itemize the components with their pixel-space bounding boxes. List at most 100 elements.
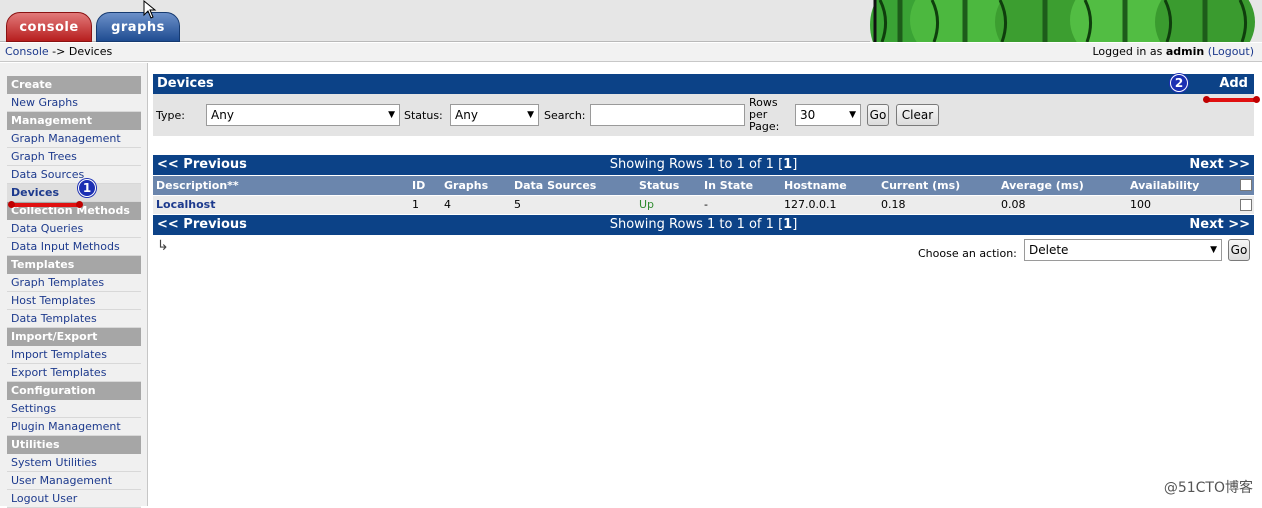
annotation-dot-1a (8, 201, 15, 208)
sidebar-item-data-queries[interactable]: Data Queries (7, 220, 141, 238)
devices-title: Devices (157, 76, 214, 91)
col-current[interactable]: Current (ms) (881, 176, 960, 195)
sidebar-item-data-sources[interactable]: Data Sources (7, 166, 141, 184)
devices-header-bar: Devices Add (153, 74, 1254, 94)
pager-bottom-bracket-close: ] (792, 217, 798, 232)
logged-in-label: Logged in as (1092, 45, 1163, 58)
col-hostname[interactable]: Hostname (784, 176, 847, 195)
pager-top-bracket-close: ] (792, 157, 798, 172)
rows-per-page-select[interactable]: 30 ▼ (795, 104, 861, 126)
sidebar-section-import-export: Import/Export (7, 328, 141, 346)
logged-in-user: admin (1165, 45, 1205, 58)
sidebar-item-devices[interactable]: Devices (7, 184, 141, 202)
corner-arrow-icon: ↳ (157, 238, 169, 254)
device-graphs: 4 (444, 198, 451, 211)
pager-top-next[interactable]: Next >> (1189, 155, 1250, 175)
breadcrumb-separator: -> (52, 45, 66, 58)
col-description[interactable]: Description** (156, 176, 239, 195)
pager-top-showing: Showing Rows 1 to 1 of 1 [1] (153, 155, 1254, 175)
device-average-ms: 0.08 (1001, 198, 1026, 211)
device-current-ms: 0.18 (881, 198, 906, 211)
pager-top: << Previous Showing Rows 1 to 1 of 1 [1]… (153, 155, 1254, 175)
sidebar-section-management: Management (7, 112, 141, 130)
device-status: Up (639, 198, 655, 211)
cactus-logo (870, 0, 1262, 42)
col-in-state[interactable]: In State (704, 176, 753, 195)
choose-action-label: Choose an action: (918, 247, 1017, 260)
chevron-down-icon: ▼ (388, 110, 395, 120)
action-select[interactable]: Delete ▼ (1024, 239, 1222, 261)
device-in-state: - (704, 198, 708, 211)
pager-bottom-next[interactable]: Next >> (1189, 215, 1250, 235)
filter-panel: Type: Any ▼ Status: Any ▼ Search: Rows p… (153, 94, 1254, 136)
pager-bottom: << Previous Showing Rows 1 to 1 of 1 [1]… (153, 215, 1254, 235)
add-device-link[interactable]: Add (1219, 74, 1248, 94)
type-label: Type: (156, 109, 185, 122)
sidebar-item-system-utilities[interactable]: System Utilities (7, 454, 141, 472)
col-status[interactable]: Status (639, 176, 679, 195)
sidebar-item-data-templates[interactable]: Data Templates (7, 310, 141, 328)
filter-go-button[interactable]: Go (867, 104, 889, 126)
col-data-sources[interactable]: Data Sources (514, 176, 596, 195)
sidebar-item-graph-management[interactable]: Graph Management (7, 130, 141, 148)
chevron-down-icon: ▼ (1210, 245, 1217, 255)
action-select-value: Delete (1029, 243, 1069, 257)
search-input[interactable] (590, 104, 745, 126)
col-availability[interactable]: Availability (1130, 176, 1199, 195)
sidebar-item-data-input-methods[interactable]: Data Input Methods (7, 238, 141, 256)
sidebar-section-templates: Templates (7, 256, 141, 274)
tab-graphs[interactable]: graphs (96, 12, 180, 42)
mouse-cursor-icon (143, 0, 157, 19)
status-select[interactable]: Any ▼ (450, 104, 539, 126)
chevron-down-icon: ▼ (527, 110, 534, 120)
col-graphs[interactable]: Graphs (444, 176, 488, 195)
sidebar-item-logout-user[interactable]: Logout User (7, 490, 141, 508)
device-id: 1 (412, 198, 419, 211)
sidebar-item-import-templates[interactable]: Import Templates (7, 346, 141, 364)
annotation-badge-1: 1 (78, 179, 96, 197)
pager-top-showing-text: Showing Rows 1 to 1 of 1 (609, 157, 774, 172)
annotation-dot-1b (76, 201, 83, 208)
breadcrumb-current: Devices (68, 45, 113, 58)
sidebar: Create New Graphs Management Graph Manag… (0, 63, 148, 508)
search-label: Search: (544, 109, 586, 122)
device-data-sources: 5 (514, 198, 521, 211)
sidebar-item-export-templates[interactable]: Export Templates (7, 364, 141, 382)
sidebar-item-plugin-management[interactable]: Plugin Management (7, 418, 141, 436)
type-select-value: Any (211, 108, 234, 122)
annotation-dot-2b (1253, 96, 1260, 103)
sidebar-section-create: Create (7, 76, 141, 94)
rows-label-line3: Page: (749, 120, 780, 133)
annotation-underline-2 (1206, 98, 1258, 102)
devices-table-header: Description** ID Graphs Data Sources Sta… (153, 176, 1254, 195)
sidebar-section-configuration: Configuration (7, 382, 141, 400)
type-select[interactable]: Any ▼ (206, 104, 400, 126)
action-go-button[interactable]: Go (1228, 239, 1250, 261)
watermark: @51CTO博客 (1163, 480, 1253, 496)
pager-bottom-showing-text: Showing Rows 1 to 1 of 1 (609, 217, 774, 232)
logout-link[interactable]: (Logout) (1208, 45, 1254, 58)
sidebar-item-graph-templates[interactable]: Graph Templates (7, 274, 141, 292)
sidebar-item-graph-trees[interactable]: Graph Trees (7, 148, 141, 166)
sidebar-item-new-graphs[interactable]: New Graphs (7, 94, 141, 112)
col-average[interactable]: Average (ms) (1001, 176, 1084, 195)
sidebar-item-user-management[interactable]: User Management (7, 472, 141, 490)
login-status: Logged in as admin (Logout) (1093, 43, 1255, 61)
status-label: Status: (404, 109, 443, 122)
device-description-link[interactable]: Localhost (156, 196, 215, 214)
action-area: ↳ Choose an action: Delete ▼ Go (153, 238, 1254, 264)
status-select-value: Any (455, 108, 478, 122)
row-select-checkbox[interactable] (1240, 199, 1252, 211)
col-id[interactable]: ID (412, 176, 425, 195)
sidebar-item-host-templates[interactable]: Host Templates (7, 292, 141, 310)
annotation-badge-2: 2 (1170, 74, 1188, 92)
pager-bottom-page[interactable]: 1 (783, 217, 792, 232)
device-availability: 100 (1130, 198, 1151, 211)
select-all-checkbox[interactable] (1240, 179, 1252, 191)
tab-console[interactable]: console (6, 12, 92, 42)
annotation-dot-2a (1203, 96, 1210, 103)
sidebar-item-settings[interactable]: Settings (7, 400, 141, 418)
breadcrumb-console-link[interactable]: Console (5, 45, 49, 58)
pager-top-page[interactable]: 1 (783, 157, 792, 172)
filter-clear-button[interactable]: Clear (896, 104, 939, 126)
